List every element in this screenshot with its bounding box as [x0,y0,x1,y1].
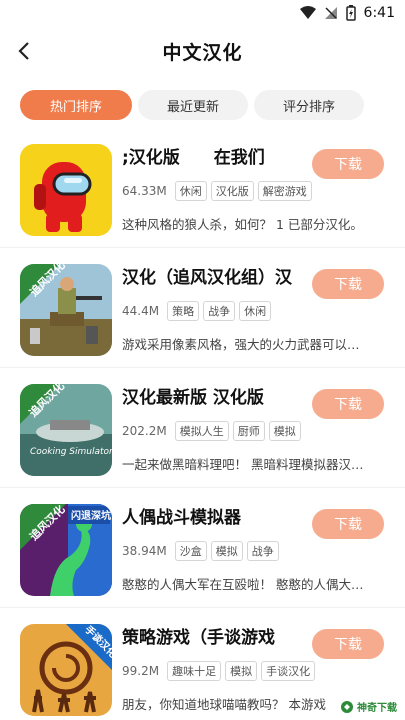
game-meta: 99.2M 趣味十足 模拟 手谈汉化 [122,661,316,681]
tag: 汉化版 [210,181,254,201]
top-bar: 中文汉化 [0,26,405,76]
game-description: 一起来做黑暗料理吧！ 黑暗料理模拟器汉… [122,457,364,472]
download-button[interactable]: 下载 [312,509,384,539]
list-item[interactable]: 追风汉化 汉化（追风汉化组）汉 44.4M 策略 战争 休闲 游戏采用像素风格，… [0,248,405,368]
game-icon: 手谈汉化 [20,624,112,716]
tag: 模拟 [225,661,258,681]
game-meta: 44.4M 策略 战争 休闲 [122,301,272,321]
tag: 战争 [203,301,236,321]
game-icon [20,144,112,236]
game-size: 202.2M [122,424,167,438]
icon-game-text: Cooking Simulator [30,447,112,457]
watermark: 神奇下载 [336,697,401,716]
tab-recent[interactable]: 最近更新 [138,90,248,120]
tag: 趣味十足 [167,661,222,681]
tag: 策略 [167,301,200,321]
game-icon: 追风汉化 Cooking Simulator [20,384,112,476]
sort-tabs: 热门排序 最近更新 评分排序 [0,76,405,120]
game-icon: 追风汉化 [20,264,112,356]
icon-badge-text: 闪退深坑 [71,509,111,522]
download-button[interactable]: 下载 [312,629,384,659]
list-item[interactable]: 追风汉化 Cooking Simulator 汉化最新版 汉化版 202.2M … [0,368,405,488]
back-arrow-icon [18,42,29,60]
status-bar: 6:41 [0,0,405,26]
tag: 厨师 [232,421,265,441]
tag: 模拟人生 [174,421,229,441]
game-description: 这种风格的狼人杀，如何？ 1 已部分汉化。 [122,217,363,232]
game-size: 64.33M [122,184,167,198]
game-meta: 64.33M 休闲 汉化版 解密游戏 [122,181,312,201]
game-title: 汉化（追风汉化组）汉 [122,268,292,288]
game-size: 99.2M [122,664,160,678]
tab-hot[interactable]: 热门排序 [20,90,132,120]
tag: 沙盒 [174,541,207,561]
game-list: ;汉化版 在我们 64.33M 休闲 汉化版 解密游戏 这种风格的狼人杀，如何？… [0,128,405,720]
game-meta: 38.94M 沙盒 模拟 战争 [122,541,279,561]
battery-icon [345,5,356,21]
tag: 手谈汉化 [261,661,316,681]
tag: 模拟 [268,421,301,441]
list-item[interactable]: ;汉化版 在我们 64.33M 休闲 汉化版 解密游戏 这种风格的狼人杀，如何？… [0,128,405,248]
game-description: 游戏采用像素风格，强大的火力武器可以… [122,337,360,352]
tag: 解密游戏 [257,181,312,201]
game-description: 憨憨的人偶大军在互殴啦！ 憨憨的人偶大… [122,577,364,592]
game-icon: 追风汉化 闪退深坑 [20,504,112,596]
status-time: 6:41 [363,5,395,21]
list-item[interactable]: 追风汉化 闪退深坑 人偶战斗模拟器 38.94M 沙盒 模拟 战争 憨憨的人偶大… [0,488,405,608]
back-button[interactable] [8,35,40,67]
game-title: 汉化最新版 汉化版 [122,388,264,408]
game-size: 38.94M [122,544,167,558]
game-title: 策略游戏（手谈游戏 [122,628,275,648]
page-title: 中文汉化 [162,41,243,64]
tab-rating[interactable]: 评分排序 [254,90,364,120]
no-signal-icon [324,6,338,20]
wifi-icon [299,6,316,20]
download-button[interactable]: 下载 [312,149,384,179]
tag: 战争 [246,541,279,561]
watermark-text: 神奇下载 [357,703,397,714]
tag: 休闲 [174,181,207,201]
game-title: 人偶战斗模拟器 [122,508,241,528]
game-title: ;汉化版 在我们 [122,148,265,168]
game-size: 44.4M [122,304,160,318]
watermark-logo-icon [341,700,353,713]
download-button[interactable]: 下载 [312,389,384,419]
tag: 模拟 [210,541,243,561]
download-button[interactable]: 下载 [312,269,384,299]
game-meta: 202.2M 模拟人生 厨师 模拟 [122,421,301,441]
tag: 休闲 [239,301,272,321]
